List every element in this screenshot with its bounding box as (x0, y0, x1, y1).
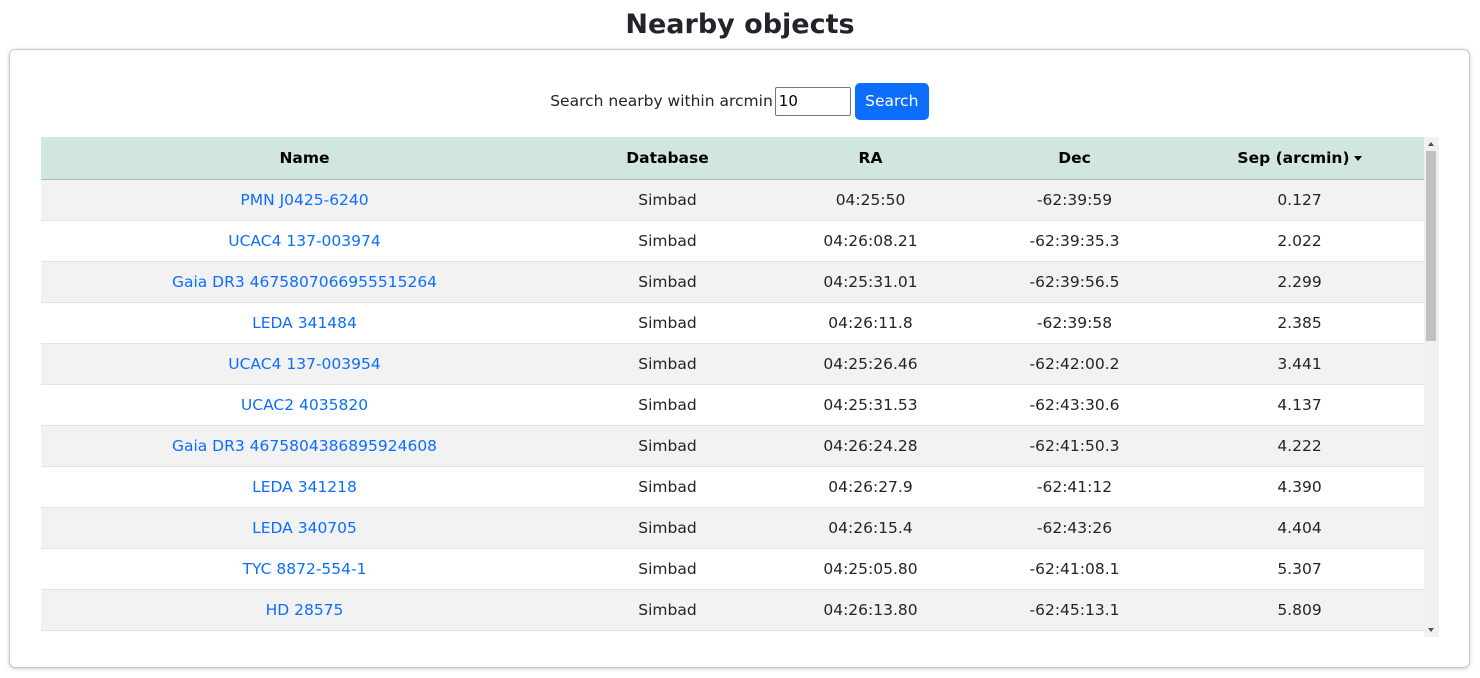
cell-ra: 04:26:24.28 (767, 425, 974, 467)
cell-database: Simbad (568, 548, 767, 590)
object-name-link[interactable]: Gaia DR3 4675807066955515264 (172, 273, 437, 291)
table-row: LEDA 341218 Simbad 04:26:27.9 -62:41:12 4.39… (41, 466, 1424, 508)
cell-sep: 2.022 (1175, 220, 1424, 262)
cell-ra: 04:25:26.46 (767, 343, 974, 385)
cell-dec: -62:41:08.1 (974, 548, 1175, 590)
cell-name: LEDA 340705 (41, 507, 568, 549)
scroll-down-arrow-icon[interactable] (1428, 628, 1434, 632)
cell-database: Simbad (568, 466, 767, 508)
cell-sep: 4.137 (1175, 384, 1424, 426)
cell-ra: 04:26:11.8 (767, 302, 974, 344)
cell-database: Simbad (568, 220, 767, 262)
cell-database: Simbad (568, 343, 767, 385)
arcmin-input[interactable] (774, 86, 851, 116)
cell-ra: 04:26:08.21 (767, 220, 974, 262)
cell-database: Simbad (568, 179, 767, 221)
cell-dec: -62:39:59 (974, 179, 1175, 221)
object-name-link[interactable]: UCAC4 137-003954 (228, 355, 380, 373)
cell-name: UCAC4 137-003954 (41, 343, 568, 385)
cell-database: Simbad (568, 261, 767, 303)
table-row: Gaia DR3 4675804386895924608 Simbad 04:26:… (41, 425, 1424, 467)
table-row: UCAC2 4035820 Simbad 04:25:31.53 -62:43:30.… (41, 384, 1424, 426)
cell-ra: 04:26:13.80 (767, 589, 974, 631)
cell-name: HD 28575 (41, 589, 568, 631)
object-name-link[interactable]: TYC 8872-554-1 (243, 560, 367, 578)
cell-name: LEDA 341218 (41, 466, 568, 508)
column-header-ra[interactable]: RA (767, 137, 974, 180)
table-row: Gaia DR3 4675807066955515264 Simbad 04:25:… (41, 261, 1424, 303)
cell-dec: -62:39:56.5 (974, 261, 1175, 303)
table-row: HD 28575 Simbad 04:26:13.80 -62:45:13.1 5.80… (41, 589, 1424, 631)
cell-ra: 04:25:31.01 (767, 261, 974, 303)
table-row: PMN J0425-6240 Simbad 04:25:50 -62:39:59 0.1… (41, 179, 1424, 221)
table-row: LEDA 340705 Simbad 04:26:15.4 -62:43:26 4.40… (41, 507, 1424, 549)
cell-sep: 5.307 (1175, 548, 1424, 590)
cell-database: Simbad (568, 425, 767, 467)
cell-name: TYC 8872-554-1 (41, 548, 568, 590)
scroll-up-arrow-icon[interactable] (1428, 142, 1434, 146)
column-header-database[interactable]: Database (568, 137, 767, 180)
object-name-link[interactable]: LEDA 341218 (252, 478, 357, 496)
cell-sep: 4.390 (1175, 466, 1424, 508)
object-name-link[interactable]: UCAC4 137-003974 (228, 232, 380, 250)
column-header-dec[interactable]: Dec (974, 137, 1175, 180)
cell-name: LEDA 341484 (41, 302, 568, 344)
search-button[interactable]: Search (854, 82, 929, 120)
scrollbar[interactable] (1424, 137, 1439, 637)
scroll-thumb[interactable] (1426, 151, 1436, 341)
table-row: UCAC4 137-003954 Simbad 04:25:26.46 -62:42:… (41, 343, 1424, 385)
results-card: Search nearby within arcmin Search Name … (9, 49, 1470, 668)
cell-sep: 2.299 (1175, 261, 1424, 303)
cell-database: Simbad (568, 384, 767, 426)
object-name-link[interactable]: LEDA 340705 (252, 519, 357, 537)
cell-ra: 04:25:50 (767, 179, 974, 221)
page-title: Nearby objects (625, 9, 855, 40)
table-row: UCAC4 137-003974 Simbad 04:26:08.21 -62:39:… (41, 220, 1424, 262)
cell-ra: 04:25:05.80 (767, 548, 974, 590)
cell-sep: 2.385 (1175, 302, 1424, 344)
cell-database: Simbad (568, 302, 767, 344)
cell-name: PMN J0425-6240 (41, 179, 568, 221)
cell-dec: -62:39:58 (974, 302, 1175, 344)
cell-ra: 04:26:27.9 (767, 466, 974, 508)
cell-sep: 4.222 (1175, 425, 1424, 467)
column-header-sep-label: Sep (arcmin) (1237, 149, 1350, 167)
cell-ra: 04:25:31.53 (767, 384, 974, 426)
cell-dec: -62:42:00.2 (974, 343, 1175, 385)
object-name-link[interactable]: PMN J0425-6240 (240, 191, 368, 209)
cell-dec: -62:43:30.6 (974, 384, 1175, 426)
column-header-name[interactable]: Name (41, 137, 568, 180)
cell-dec: -62:43:26 (974, 507, 1175, 549)
table-row: TYC 8872-554-1 Simbad 04:25:05.80 -62:41:08… (41, 548, 1424, 590)
cell-sep: 0.127 (1175, 179, 1424, 221)
cell-name: UCAC2 4035820 (41, 384, 568, 426)
cell-dec: -62:41:50.3 (974, 425, 1175, 467)
cell-database: Simbad (568, 507, 767, 549)
cell-dec: -62:39:35.3 (974, 220, 1175, 262)
cell-dec: -62:41:12 (974, 466, 1175, 508)
cell-sep: 5.809 (1175, 589, 1424, 631)
cell-dec: -62:45:13.1 (974, 589, 1175, 631)
cell-name: Gaia DR3 4675804386895924608 (41, 425, 568, 467)
sort-caret-down-icon (1353, 156, 1362, 161)
cell-database: Simbad (568, 589, 767, 631)
search-form: Search nearby within arcmin Search (10, 82, 1469, 120)
object-name-link[interactable]: Gaia DR3 4675804386895924608 (172, 437, 437, 455)
object-name-link[interactable]: UCAC2 4035820 (241, 396, 368, 414)
table-header-row: Name Database RA Dec Sep (arcmin) (41, 137, 1424, 180)
object-name-link[interactable]: HD 28575 (266, 601, 344, 619)
table-row: LEDA 341484 Simbad 04:26:11.8 -62:39:58 2.38… (41, 302, 1424, 344)
results-table-container[interactable]: Name Database RA Dec Sep (arcmin) PMN J0… (41, 137, 1439, 637)
cell-name: Gaia DR3 4675807066955515264 (41, 261, 568, 303)
cell-sep: 3.441 (1175, 343, 1424, 385)
results-table: Name Database RA Dec Sep (arcmin) PMN J0… (41, 137, 1424, 631)
search-label: Search nearby within arcmin (550, 92, 773, 110)
cell-name: UCAC4 137-003974 (41, 220, 568, 262)
object-name-link[interactable]: LEDA 341484 (252, 314, 357, 332)
cell-ra: 04:26:15.4 (767, 507, 974, 549)
cell-sep: 4.404 (1175, 507, 1424, 549)
column-header-sep[interactable]: Sep (arcmin) (1175, 137, 1424, 180)
